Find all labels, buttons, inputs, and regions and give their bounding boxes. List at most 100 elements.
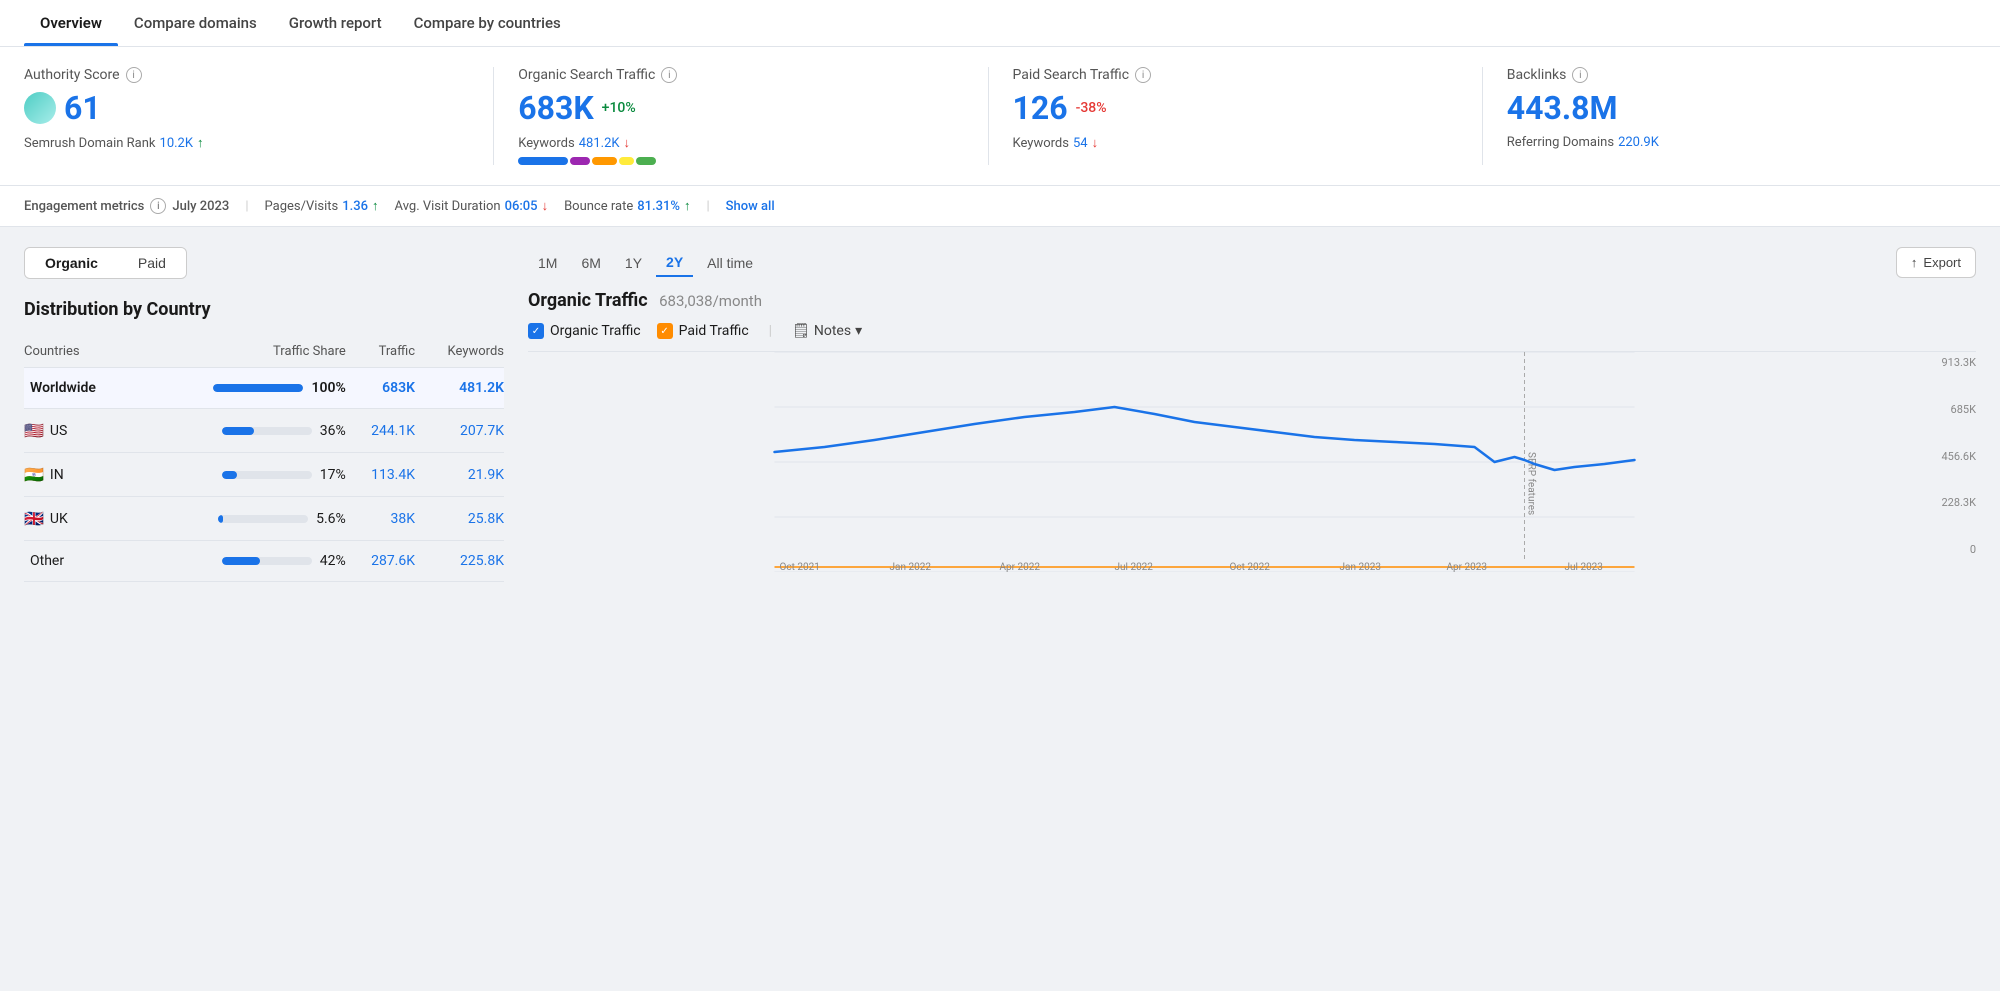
organic-traffic-checkbox[interactable]: ✓: [528, 323, 544, 339]
country-name-cell: 🇬🇧 UK: [24, 497, 137, 541]
bounce-rate-metric: Bounce rate 81.31% ↑: [564, 198, 690, 214]
chart-title-row: Organic Traffic 683,038/month: [528, 290, 1976, 311]
organic-traffic-card: Organic Search Traffic i 683K +10% Keywo…: [494, 67, 988, 165]
paid-traffic-card: Paid Search Traffic i 126 -38% Keywords …: [989, 67, 1483, 165]
organic-paid-toggle: Organic Paid: [24, 247, 187, 279]
legend-organic[interactable]: ✓ Organic Traffic: [528, 323, 641, 339]
paid-traffic-value: 126 -38%: [1013, 89, 1458, 127]
country-name-text: Other: [30, 553, 64, 569]
export-button[interactable]: ↑ Export: [1896, 247, 1976, 278]
svg-text:Jan 2023: Jan 2023: [1340, 562, 1381, 572]
show-all-button[interactable]: Show all: [726, 199, 775, 214]
traffic-cell: 38K: [346, 497, 415, 541]
pages-visits-metric: Pages/Visits 1.36 ↑: [265, 198, 379, 214]
kw-bar-yellow: [619, 157, 634, 165]
kw-bar-green: [636, 157, 656, 165]
backlinks-info-icon[interactable]: i: [1572, 67, 1588, 83]
svg-text:Jul 2022: Jul 2022: [1115, 562, 1154, 572]
engagement-label: Engagement metrics i July 2023: [24, 198, 229, 214]
traffic-share-cell: 5.6%: [137, 497, 345, 541]
time-2y[interactable]: 2Y: [656, 249, 693, 277]
main-content: Organic Paid Distribution by Country Cou…: [0, 227, 2000, 602]
table-row[interactable]: 🇬🇧 UK 5.6% 38K 25.8K: [24, 497, 504, 541]
organic-keywords-sub: Keywords 481.2K ↓: [518, 135, 963, 151]
time-1m[interactable]: 1M: [528, 250, 567, 276]
engagement-divider: |: [245, 199, 248, 214]
nav-overview[interactable]: Overview: [24, 0, 118, 46]
chart-area: SERP features Oct 2021 Jan 2022 Apr 2022…: [528, 351, 1976, 572]
nav-growth-report[interactable]: Growth report: [273, 0, 398, 46]
country-name-cell: 🇺🇸 US: [24, 409, 137, 453]
kw-bar-orange: [592, 157, 617, 165]
keywords-cell: 225.8K: [415, 541, 504, 582]
chart-body: SERP features Oct 2021 Jan 2022 Apr 2022…: [528, 352, 1976, 572]
table-row[interactable]: 🇮🇳 IN 17% 113.4K 21.9K: [24, 453, 504, 497]
organic-traffic-info-icon[interactable]: i: [661, 67, 677, 83]
nav-compare-countries[interactable]: Compare by countries: [398, 0, 577, 46]
time-1y[interactable]: 1Y: [615, 250, 652, 276]
top-navigation: Overview Compare domains Growth report C…: [0, 0, 2000, 47]
keywords-cell: 21.9K: [415, 453, 504, 497]
share-bar-bg: [213, 384, 303, 392]
country-name-cell: Other: [24, 541, 137, 582]
paid-keywords-down-arrow: ↓: [1092, 135, 1099, 151]
organic-traffic-value: 683K +10%: [518, 89, 963, 127]
share-pct: 17%: [320, 467, 346, 483]
country-name-text: UK: [50, 511, 68, 527]
table-row[interactable]: Worldwide 100% 683K 481.2K: [24, 368, 504, 409]
traffic-share-cell: 36%: [137, 409, 345, 453]
bounce-rate-up-arrow: ↑: [684, 198, 691, 214]
country-name-text: US: [50, 423, 67, 439]
backlinks-card: Backlinks i 443.8M Referring Domains 220…: [1483, 67, 1976, 165]
country-flag: 🇮🇳: [24, 465, 44, 484]
engagement-bar: Engagement metrics i July 2023 | Pages/V…: [0, 186, 2000, 227]
chart-title: Organic Traffic: [528, 290, 648, 311]
legend-row: ✓ Organic Traffic ✓ Paid Traffic | 🗒 Not…: [528, 323, 1976, 339]
notes-button[interactable]: 🗒 Notes ▾: [792, 323, 862, 339]
col-traffic: Traffic: [346, 336, 415, 368]
col-countries: Countries: [24, 336, 137, 368]
table-row[interactable]: 🇺🇸 US 36% 244.1K 207.7K: [24, 409, 504, 453]
svg-text:Oct 2022: Oct 2022: [1230, 562, 1271, 572]
metrics-row: Authority Score i 61 Semrush Domain Rank…: [0, 47, 2000, 186]
paid-traffic-change: -38%: [1076, 100, 1107, 116]
semrush-rank-up-arrow: ↑: [197, 135, 204, 151]
notes-chevron-icon: ▾: [855, 323, 862, 339]
pages-visits-up-arrow: ↑: [372, 198, 379, 214]
chart-header: 1M 6M 1Y 2Y All time ↑ Export: [528, 247, 1976, 278]
time-6m[interactable]: 6M: [571, 250, 610, 276]
table-row[interactable]: Other 42% 287.6K 225.8K: [24, 541, 504, 582]
organic-traffic-label: Organic Search Traffic i: [518, 67, 963, 83]
share-bar-bg: [222, 471, 312, 479]
traffic-share-cell: 100%: [137, 368, 345, 409]
authority-circle-icon: [24, 92, 56, 124]
paid-keywords-sub: Keywords 54 ↓: [1013, 135, 1458, 151]
nav-compare-domains[interactable]: Compare domains: [118, 0, 273, 46]
traffic-cell: 113.4K: [346, 453, 415, 497]
col-keywords: Keywords: [415, 336, 504, 368]
share-pct: 5.6%: [316, 511, 346, 527]
paid-traffic-checkbox[interactable]: ✓: [657, 323, 673, 339]
country-table: Countries Traffic Share Traffic Keywords…: [24, 336, 504, 582]
authority-score-info-icon[interactable]: i: [126, 67, 142, 83]
paid-traffic-info-icon[interactable]: i: [1135, 67, 1151, 83]
time-filters: 1M 6M 1Y 2Y All time: [528, 249, 763, 277]
time-all[interactable]: All time: [697, 250, 763, 276]
share-pct: 100%: [311, 380, 345, 396]
engagement-info-icon[interactable]: i: [150, 198, 166, 214]
share-pct: 36%: [320, 423, 346, 439]
legend-paid[interactable]: ✓ Paid Traffic: [657, 323, 749, 339]
traffic-cell: 683K: [346, 368, 415, 409]
svg-text:Jan 2022: Jan 2022: [890, 562, 932, 572]
chart-subtitle: 683,038/month: [659, 292, 762, 310]
traffic-share-cell: 42%: [137, 541, 345, 582]
distribution-title: Distribution by Country: [24, 299, 504, 320]
country-name-text: IN: [50, 467, 64, 483]
tab-organic[interactable]: Organic: [25, 248, 118, 278]
visit-duration-down-arrow: ↓: [542, 198, 549, 214]
tab-paid[interactable]: Paid: [118, 248, 186, 278]
keywords-cell: 207.7K: [415, 409, 504, 453]
share-bar-fill: [213, 384, 303, 392]
share-bar-fill: [222, 427, 254, 435]
organic-keywords-down-arrow: ↓: [624, 135, 631, 151]
